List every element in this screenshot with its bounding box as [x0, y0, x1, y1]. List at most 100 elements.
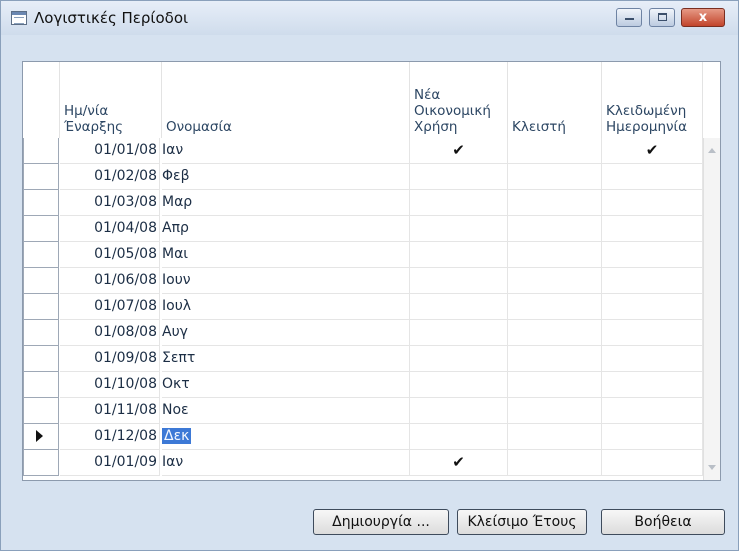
- start-date-cell[interactable]: 01/03/08: [60, 190, 160, 216]
- start-date-cell[interactable]: 01/04/08: [60, 216, 160, 242]
- date-locked-cell[interactable]: [602, 450, 703, 476]
- name-cell[interactable]: Νοε: [162, 398, 410, 424]
- row-selector[interactable]: [23, 216, 59, 242]
- header-name[interactable]: Ονομασία: [162, 62, 410, 138]
- new-fiscal-year-cell[interactable]: [410, 424, 508, 450]
- maximize-button[interactable]: [649, 8, 675, 27]
- name-cell[interactable]: Αυγ: [162, 320, 410, 346]
- row-selector[interactable]: [23, 398, 59, 424]
- row-selector[interactable]: [23, 372, 59, 398]
- closed-cell[interactable]: [508, 450, 602, 476]
- header-start-date[interactable]: Ημ/νία Έναρξης: [60, 62, 162, 138]
- table-row[interactable]: 01/02/08 Φεβ: [23, 164, 703, 190]
- vertical-scrollbar[interactable]: [703, 138, 720, 480]
- start-date-cell[interactable]: 01/02/08: [60, 164, 160, 190]
- table-row[interactable]: 01/10/08 Οκτ: [23, 372, 703, 398]
- help-button[interactable]: Βοήθεια: [601, 509, 725, 535]
- date-locked-cell[interactable]: ✔: [602, 138, 703, 164]
- row-selector[interactable]: [23, 346, 59, 372]
- row-selector[interactable]: [23, 242, 59, 268]
- start-date-cell[interactable]: 01/05/08: [60, 242, 160, 268]
- date-locked-cell[interactable]: [602, 320, 703, 346]
- close-year-button[interactable]: Κλείσιμο Έτους: [457, 509, 587, 535]
- new-fiscal-year-cell[interactable]: [410, 164, 508, 190]
- title-bar[interactable]: Λογιστικές Περίοδοι x: [1, 1, 738, 35]
- scroll-up-icon[interactable]: [708, 148, 716, 153]
- header-date-locked[interactable]: Κλειδωμένη Ημερομηνία: [602, 62, 703, 138]
- table-row[interactable]: 01/05/08 Μαι: [23, 242, 703, 268]
- table-row[interactable]: 01/03/08 Μαρ: [23, 190, 703, 216]
- new-fiscal-year-cell[interactable]: ✔: [410, 450, 508, 476]
- table-row[interactable]: 01/01/08 Ιαν ✔ ✔: [23, 138, 703, 164]
- table-row[interactable]: 01/01/09 Ιαν ✔: [23, 450, 703, 476]
- table-row[interactable]: 01/12/08 Δεκ: [23, 424, 703, 450]
- name-cell[interactable]: Μαρ: [162, 190, 410, 216]
- closed-cell[interactable]: [508, 164, 602, 190]
- new-fiscal-year-cell[interactable]: [410, 242, 508, 268]
- closed-cell[interactable]: [508, 138, 602, 164]
- new-fiscal-year-cell[interactable]: [410, 294, 508, 320]
- date-locked-cell[interactable]: [602, 242, 703, 268]
- row-selector[interactable]: [23, 138, 59, 164]
- new-fiscal-year-cell[interactable]: ✔: [410, 138, 508, 164]
- table-row[interactable]: 01/08/08 Αυγ: [23, 320, 703, 346]
- start-date-cell[interactable]: 01/08/08: [60, 320, 160, 346]
- new-fiscal-year-cell[interactable]: [410, 398, 508, 424]
- row-selector[interactable]: [23, 320, 59, 346]
- closed-cell[interactable]: [508, 424, 602, 450]
- closed-cell[interactable]: [508, 320, 602, 346]
- name-cell[interactable]: Ιουλ: [162, 294, 410, 320]
- closed-cell[interactable]: [508, 268, 602, 294]
- date-locked-cell[interactable]: [602, 398, 703, 424]
- row-selector[interactable]: [23, 294, 59, 320]
- closed-cell[interactable]: [508, 398, 602, 424]
- new-fiscal-year-cell[interactable]: [410, 346, 508, 372]
- name-cell[interactable]: Ιαν: [162, 138, 410, 164]
- table-row[interactable]: 01/11/08 Νοε: [23, 398, 703, 424]
- create-button[interactable]: Δημιουργία ...: [313, 509, 449, 535]
- start-date-cell[interactable]: 01/12/08: [60, 424, 160, 450]
- row-selector[interactable]: [23, 164, 59, 190]
- name-cell[interactable]: Φεβ: [162, 164, 410, 190]
- start-date-cell[interactable]: 01/06/08: [60, 268, 160, 294]
- row-selector[interactable]: [23, 424, 59, 450]
- date-locked-cell[interactable]: [602, 372, 703, 398]
- start-date-cell[interactable]: 01/07/08: [60, 294, 160, 320]
- closed-cell[interactable]: [508, 346, 602, 372]
- header-closed[interactable]: Κλειστή: [508, 62, 602, 138]
- close-button[interactable]: x: [681, 8, 725, 27]
- date-locked-cell[interactable]: [602, 346, 703, 372]
- start-date-cell[interactable]: 01/01/09: [60, 450, 160, 476]
- date-locked-cell[interactable]: [602, 424, 703, 450]
- start-date-cell[interactable]: 01/10/08: [60, 372, 160, 398]
- closed-cell[interactable]: [508, 190, 602, 216]
- name-cell[interactable]: Απρ: [162, 216, 410, 242]
- name-cell[interactable]: Ιουν: [162, 268, 410, 294]
- closed-cell[interactable]: [508, 242, 602, 268]
- new-fiscal-year-cell[interactable]: [410, 216, 508, 242]
- date-locked-cell[interactable]: [602, 164, 703, 190]
- table-row[interactable]: 01/06/08 Ιουν: [23, 268, 703, 294]
- row-selector[interactable]: [23, 268, 59, 294]
- minimize-button[interactable]: [616, 8, 642, 27]
- closed-cell[interactable]: [508, 294, 602, 320]
- closed-cell[interactable]: [508, 216, 602, 242]
- table-row[interactable]: 01/07/08 Ιουλ: [23, 294, 703, 320]
- start-date-cell[interactable]: 01/01/08: [60, 138, 160, 164]
- start-date-cell[interactable]: 01/11/08: [60, 398, 160, 424]
- row-selector[interactable]: [23, 450, 59, 476]
- accounting-periods-grid[interactable]: Ημ/νία Έναρξης Ονομασία Νέα Οικονομική Χ…: [22, 61, 721, 481]
- name-cell[interactable]: Οκτ: [162, 372, 410, 398]
- header-new-fiscal-year[interactable]: Νέα Οικονομική Χρήση: [410, 62, 508, 138]
- new-fiscal-year-cell[interactable]: [410, 320, 508, 346]
- start-date-cell[interactable]: 01/09/08: [60, 346, 160, 372]
- name-cell[interactable]: Μαι: [162, 242, 410, 268]
- table-row[interactable]: 01/09/08 Σεπτ: [23, 346, 703, 372]
- date-locked-cell[interactable]: [602, 216, 703, 242]
- name-cell[interactable]: Δεκ: [162, 424, 410, 450]
- name-cell[interactable]: Ιαν: [162, 450, 410, 476]
- date-locked-cell[interactable]: [602, 268, 703, 294]
- new-fiscal-year-cell[interactable]: [410, 372, 508, 398]
- scroll-down-icon[interactable]: [708, 465, 716, 470]
- date-locked-cell[interactable]: [602, 294, 703, 320]
